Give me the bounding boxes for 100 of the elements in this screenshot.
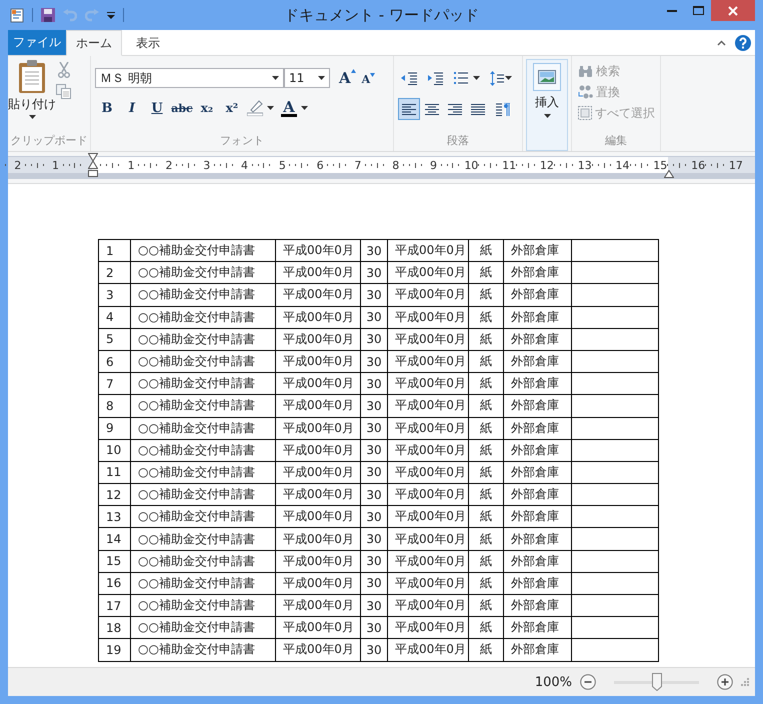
grow-font-button[interactable]: A: [339, 69, 356, 87]
maximize-icon: [692, 6, 704, 15]
table-cell: 外部倉庫: [504, 439, 572, 462]
ruler-number: 9: [429, 158, 438, 172]
table-cell: 平成00年0月: [276, 284, 360, 306]
table-cell: 外部倉庫: [504, 240, 572, 262]
table-cell: ○○補助金交付申請書: [130, 484, 276, 506]
font-size-field[interactable]: 11: [284, 68, 330, 88]
table-cell: 外部倉庫: [504, 528, 572, 550]
shrink-font-button[interactable]: A: [362, 70, 376, 86]
table-cell: 外部倉庫: [504, 550, 572, 572]
table-cell: 紙: [468, 550, 504, 572]
table-cell: 外部倉庫: [504, 594, 572, 617]
ribbon-tab[interactable]: 表示: [122, 30, 174, 56]
clipboard-icon: [18, 60, 46, 94]
ribbon-tab[interactable]: ホーム: [66, 30, 122, 56]
table-cell: ○○補助金交付申請書: [130, 417, 276, 440]
highlight-button[interactable]: [247, 100, 274, 116]
sub-button[interactable]: x₂: [195, 97, 219, 119]
ruler-number: 14: [616, 158, 630, 172]
table-cell: 13: [98, 506, 130, 528]
table-cell: 平成00年0月: [388, 638, 468, 662]
table-cell: 平成00年0月: [388, 550, 468, 572]
table-cell: 平成00年0月: [276, 638, 360, 662]
table-cell: ○○補助金交付申請書: [130, 528, 276, 550]
close-icon: [728, 6, 738, 16]
ruler-number: 6: [316, 158, 325, 172]
zoom-out-icon[interactable]: [580, 674, 596, 690]
table-cell: 30: [360, 394, 388, 417]
ruler-number: 2: [13, 158, 22, 172]
table-cell: ○○補助金交付申請書: [130, 550, 276, 572]
caret-icon: [473, 76, 480, 80]
zoom-level: 100%: [534, 674, 572, 690]
table-cell: 10: [98, 439, 130, 462]
table-cell: 平成00年0月: [276, 350, 360, 373]
italic-button[interactable]: I: [120, 97, 144, 119]
table-cell: 平成00年0月: [388, 506, 468, 528]
table-cell: 平成00年0月: [276, 439, 360, 462]
table-cell: 4: [98, 306, 130, 328]
caret-icon: [505, 76, 512, 80]
table-cell: 平成00年0月: [388, 417, 468, 440]
table-cell: 7: [98, 372, 130, 395]
help-icon[interactable]: [735, 34, 751, 50]
app-icon[interactable]: [10, 8, 24, 22]
table-cell: 30: [360, 594, 388, 617]
list-icon: [454, 72, 468, 84]
bold-button[interactable]: B: [95, 97, 119, 119]
table-cell: 紙: [468, 372, 504, 395]
file-menu-tab[interactable]: ファイル: [8, 30, 66, 55]
resize-grip-icon: [741, 678, 749, 686]
table-cell: 外部倉庫: [504, 484, 572, 506]
table-cell: 30: [360, 638, 388, 662]
font-color-button[interactable]: A: [281, 100, 308, 116]
table-cell: 外部倉庫: [504, 417, 572, 440]
table-cell: 紙: [468, 417, 504, 440]
table-cell: 平成00年0月: [388, 461, 468, 484]
table-cell: 平成00年0月: [388, 394, 468, 417]
down-triangle-icon: [370, 73, 376, 77]
align-center-icon: [425, 102, 439, 116]
table-cell: 紙: [468, 506, 504, 528]
table-cell: 平成00年0月: [276, 328, 360, 350]
table-cell: 平成00年0月: [388, 528, 468, 550]
line-spacing-button[interactable]: [490, 70, 512, 86]
slider-thumb[interactable]: [652, 673, 662, 691]
caret-icon: [28, 115, 36, 119]
table-cell: 15: [98, 550, 130, 572]
strike-button[interactable]: abc: [170, 97, 194, 119]
customize-menu-icon[interactable]: [107, 12, 115, 18]
align-button[interactable]: [398, 98, 420, 120]
table-cell: 30: [360, 372, 388, 395]
table-cell: 紙: [468, 306, 504, 328]
table-cell: 平成00年0月: [276, 417, 360, 440]
group-label: 編集: [605, 133, 627, 149]
collapse-ribbon-icon[interactable]: [717, 40, 726, 46]
table-cell: 外部倉庫: [504, 262, 572, 284]
table-cell: 30: [360, 284, 388, 306]
line-spacing-icon: [490, 70, 504, 86]
table-cell: 30: [360, 484, 388, 506]
align-justify-icon: [471, 102, 485, 116]
table-cell: 平成00年0月: [388, 240, 468, 262]
copy-icon[interactable]: [56, 84, 71, 99]
paste-button[interactable]: 貼り付け: [8, 56, 56, 133]
table-cell: 紙: [468, 350, 504, 373]
bullet-list-button[interactable]: [454, 72, 480, 84]
sup-button[interactable]: x²: [220, 97, 244, 119]
table-cell: 外部倉庫: [504, 638, 572, 662]
zoom-in-icon[interactable]: [717, 674, 733, 690]
table-cell: 紙: [468, 262, 504, 284]
font-name-field[interactable]: ＭＳ 明朝: [95, 68, 284, 88]
table-cell: 平成00年0月: [276, 306, 360, 328]
underline-button[interactable]: U: [145, 97, 169, 119]
close-button[interactable]: [711, 0, 755, 21]
save-icon[interactable]: [41, 8, 55, 22]
table-cell: 紙: [468, 572, 504, 594]
table-cell: ○○補助金交付申請書: [130, 506, 276, 528]
dropdown-caret-icon: [318, 76, 325, 80]
table-cell: 30: [360, 350, 388, 373]
table-cell: 紙: [468, 638, 504, 662]
table-cell: 平成00年0月: [276, 262, 360, 284]
table-cell: 30: [360, 306, 388, 328]
